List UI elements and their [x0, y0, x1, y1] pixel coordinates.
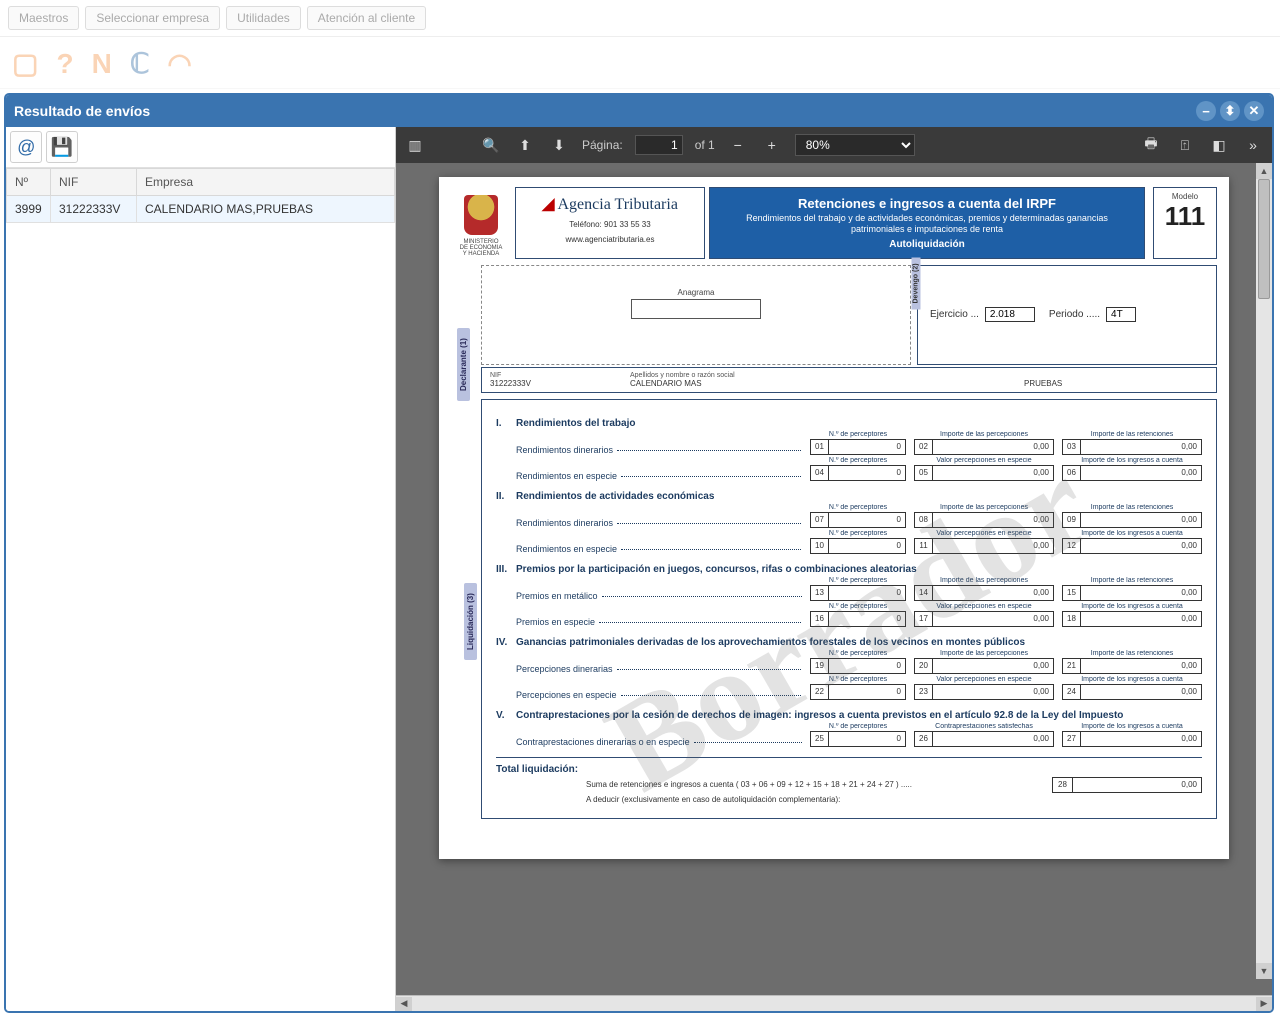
more-icon[interactable]: »: [1242, 134, 1264, 156]
horizontal-scrollbar[interactable]: ◀▶: [396, 995, 1272, 1011]
shield-icon: [464, 195, 498, 235]
download-icon[interactable]: ⍐: [1174, 134, 1196, 156]
form-title-block: Retenciones e ingresos a cuenta del IRPF…: [709, 187, 1145, 259]
main-menubar: Maestros Seleccionar empresa Utilidades …: [0, 0, 1280, 37]
pdf-toolbar: ▥ 🔍 ⬆ ⬇ Página: of 1 − + 80% 🖶 ⍐ ◧ »: [396, 127, 1272, 163]
letter-n-icon[interactable]: N: [92, 48, 112, 80]
zoom-out-icon[interactable]: −: [727, 134, 749, 156]
zoom-select[interactable]: 80%: [795, 134, 915, 156]
left-panel: @ 💾 Nº NIF Empresa 399931222333VCALENDAR…: [6, 127, 396, 1011]
nif-row: NIF31222333V Apellidos y nombre o razón …: [481, 367, 1217, 393]
window-title: Resultado de envíos: [14, 103, 1192, 119]
ministerio-block: MINISTERIO DE ECONOMIA Y HACIENDA: [451, 187, 511, 259]
next-page-icon[interactable]: ⬇: [548, 134, 570, 156]
minimize-button[interactable]: −: [1196, 101, 1216, 121]
folder-icon[interactable]: ▢: [12, 47, 38, 80]
help-icon[interactable]: ?: [56, 48, 73, 80]
liquidacion-tab: Liquidación (3): [464, 583, 477, 660]
menu-atencion-cliente[interactable]: Atención al cliente: [307, 6, 426, 30]
pdf-scroll-area[interactable]: MINISTERIO DE ECONOMIA Y HACIENDA ◢ Agen…: [396, 163, 1272, 995]
window-titlebar: Resultado de envíos − ⬍ ✕: [6, 95, 1272, 127]
letter-c-icon[interactable]: ℂ: [130, 47, 150, 80]
periodo-field[interactable]: [1106, 307, 1136, 322]
pdf-panel: ▥ 🔍 ⬆ ⬇ Página: of 1 − + 80% 🖶 ⍐ ◧ »: [396, 127, 1272, 1011]
close-button[interactable]: ✕: [1244, 101, 1264, 121]
search-icon[interactable]: 🔍: [480, 134, 502, 156]
col-empresa[interactable]: Empresa: [137, 169, 395, 196]
headset-icon[interactable]: ◠: [167, 47, 191, 80]
results-window: Resultado de envíos − ⬍ ✕ @ 💾 Nº NIF Emp…: [4, 93, 1274, 1013]
save-icon[interactable]: 💾: [46, 131, 78, 163]
liquidacion-block: Liquidación (3) I.Rendimientos del traba…: [481, 399, 1217, 819]
page-of: of 1: [695, 138, 715, 152]
page-label: Página:: [582, 138, 623, 152]
declarante-tab: Declarante (1): [457, 328, 470, 401]
bookmark-icon[interactable]: ◧: [1208, 134, 1230, 156]
anagrama-box: Anagrama: [481, 265, 911, 365]
devengo-box: Devengo (2) Ejercicio ... Periodo .....: [917, 265, 1217, 365]
pdf-page: MINISTERIO DE ECONOMIA Y HACIENDA ◢ Agen…: [439, 177, 1229, 859]
col-num[interactable]: Nº: [7, 169, 51, 196]
prev-page-icon[interactable]: ⬆: [514, 134, 536, 156]
ejercicio-field[interactable]: [985, 307, 1035, 322]
menu-maestros[interactable]: Maestros: [8, 6, 79, 30]
total-liquidacion: Total liquidación: Suma de retenciones e…: [496, 757, 1202, 804]
email-icon[interactable]: @: [10, 131, 42, 163]
agencia-block: ◢ Agencia Tributaria Teléfono: 901 33 55…: [515, 187, 705, 259]
page-input[interactable]: [635, 135, 683, 155]
sidebar-toggle-icon[interactable]: ▥: [404, 134, 426, 156]
zoom-in-icon[interactable]: +: [761, 134, 783, 156]
print-icon[interactable]: 🖶: [1140, 134, 1162, 156]
menu-seleccionar-empresa[interactable]: Seleccionar empresa: [85, 6, 220, 30]
app-iconbar: ▢ ? N ℂ ◠: [0, 37, 1280, 89]
table-row[interactable]: 399931222333VCALENDARIO MAS,PRUEBAS: [7, 196, 395, 223]
results-table: Nº NIF Empresa 399931222333VCALENDARIO M…: [6, 168, 395, 223]
maximize-button[interactable]: ⬍: [1220, 101, 1240, 121]
vertical-scrollbar[interactable]: ▲▼: [1256, 163, 1272, 979]
col-nif[interactable]: NIF: [51, 169, 137, 196]
left-toolbar: @ 💾: [6, 127, 395, 168]
menu-utilidades[interactable]: Utilidades: [226, 6, 301, 30]
modelo-block: Modelo 111: [1153, 187, 1217, 259]
